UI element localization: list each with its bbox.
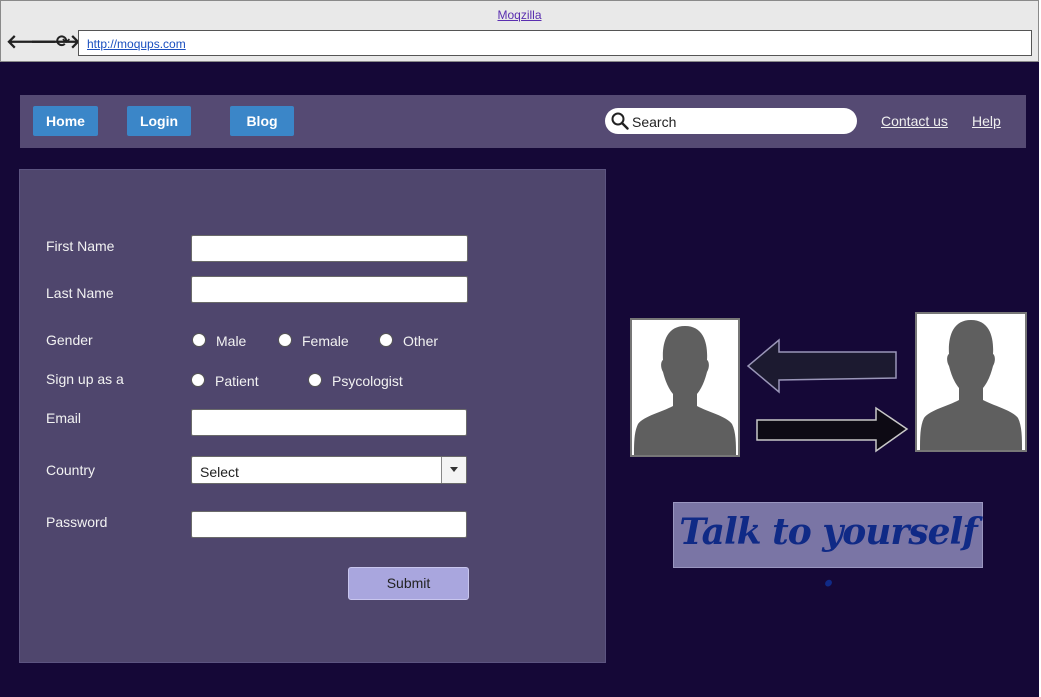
first-name-label: First Name	[46, 238, 115, 254]
reload-icon[interactable]: ⟳	[53, 32, 73, 52]
arrow-right-icon	[756, 406, 909, 453]
last-name-label: Last Name	[46, 285, 114, 301]
search-placeholder: Search	[632, 114, 677, 130]
country-label: Country	[46, 462, 96, 478]
window-title: Moqzilla	[497, 8, 542, 22]
slogan-banner: Talk to yourself .	[673, 502, 983, 595]
slogan-text: Talk to yourself .	[679, 511, 977, 595]
gender-male-label: Male	[216, 333, 247, 349]
role-psycologist-label: Psycologist	[332, 373, 403, 389]
back-arrow-icon[interactable]: 🡐	[6, 32, 57, 52]
search-input[interactable]: Search	[605, 108, 857, 134]
first-name-input[interactable]	[191, 235, 468, 262]
role-patient-label: Patient	[215, 373, 259, 389]
signup-role-label: Sign up as a	[46, 371, 124, 387]
gender-female-label: Female	[302, 333, 349, 349]
browser-chrome: Moqzilla 🡐 🡒 ⟳ http://moqups.com	[0, 0, 1039, 62]
address-url[interactable]: http://moqups.com	[87, 37, 186, 51]
password-input[interactable]	[191, 511, 467, 538]
last-name-input[interactable]	[191, 276, 468, 303]
email-label: Email	[46, 410, 82, 426]
blog-button[interactable]: Blog	[230, 106, 294, 136]
gender-female-radio[interactable]	[278, 333, 292, 347]
top-navigation: Home Login Blog Search Contact us Help	[20, 95, 1026, 148]
person-silhouette-icon	[920, 320, 1022, 450]
address-bar[interactable]: http://moqups.com	[78, 30, 1032, 56]
gender-other-label: Other	[403, 333, 439, 349]
avatar-left	[630, 318, 740, 457]
role-patient-radio[interactable]	[191, 373, 205, 387]
page-content: Home Login Blog Search Contact us Help F…	[0, 62, 1039, 697]
arrow-left-icon	[746, 338, 897, 394]
avatar-right	[915, 312, 1027, 452]
search-icon	[611, 112, 629, 130]
login-button[interactable]: Login	[127, 106, 191, 136]
submit-button[interactable]: Submit	[348, 567, 469, 600]
home-button[interactable]: Home	[33, 106, 98, 136]
password-label: Password	[46, 514, 108, 530]
email-input[interactable]	[191, 409, 467, 436]
gender-label: Gender	[46, 332, 93, 348]
gender-male-radio[interactable]	[192, 333, 206, 347]
contact-us-link[interactable]: Contact us	[881, 113, 948, 129]
country-select-value: Select	[200, 464, 239, 480]
chevron-down-icon	[450, 467, 458, 472]
help-link[interactable]: Help	[972, 113, 1001, 129]
signup-form: First Name Last Name Gender Male Female …	[19, 169, 606, 663]
gender-other-radio[interactable]	[379, 333, 393, 347]
country-dropdown-button[interactable]	[441, 457, 466, 483]
role-psycologist-radio[interactable]	[308, 373, 322, 387]
country-select[interactable]: Select	[191, 456, 467, 484]
person-silhouette-icon	[634, 326, 736, 455]
forward-arrow-icon[interactable]: 🡒	[30, 32, 81, 52]
